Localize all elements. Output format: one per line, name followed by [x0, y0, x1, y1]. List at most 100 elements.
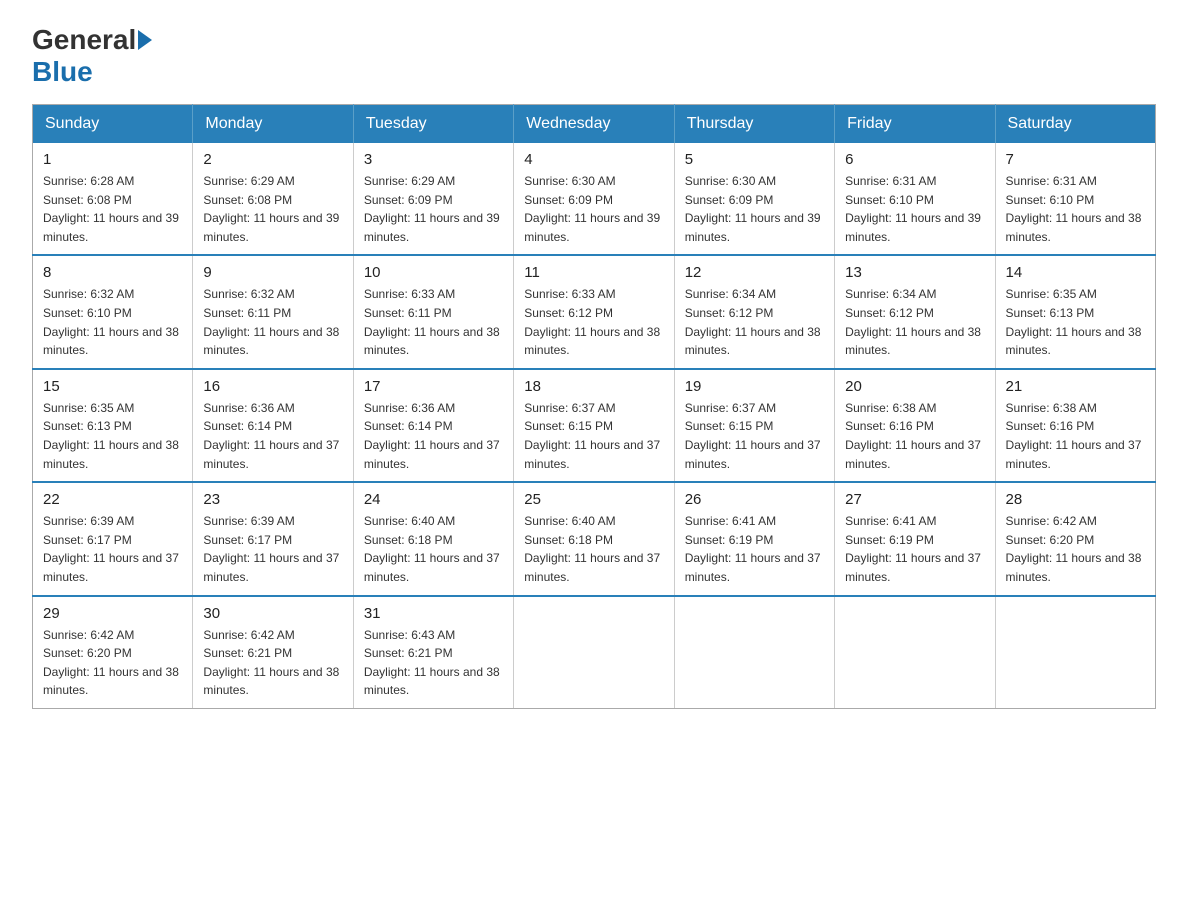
day-info: Sunrise: 6:42 AMSunset: 6:20 PMDaylight:…	[43, 626, 182, 700]
calendar-day-cell: 27 Sunrise: 6:41 AMSunset: 6:19 PMDayligh…	[835, 482, 995, 595]
day-number: 28	[1006, 491, 1145, 508]
calendar-day-cell: 29Sunrise: 6:42 AMSunset: 6:20 PMDayligh…	[33, 596, 193, 709]
day-number: 17	[364, 378, 503, 395]
logo-blue-text: Blue	[32, 56, 93, 88]
day-info: Sunrise: 6:35 AMSunset: 6:13 PMDaylight:…	[43, 399, 182, 473]
day-number: 11	[524, 264, 663, 281]
day-number: 2	[203, 151, 342, 168]
day-number: 15	[43, 378, 182, 395]
calendar-day-cell: 18Sunrise: 6:37 AMSunset: 6:15 PMDayligh…	[514, 369, 674, 482]
day-info: Sunrise: 6:32 AMSunset: 6:10 PMDaylight:…	[43, 285, 182, 359]
header-saturday: Saturday	[995, 105, 1155, 144]
day-info: Sunrise: 6:28 AMSunset: 6:08 PMDaylight:…	[43, 172, 182, 246]
day-info: Sunrise: 6:31 AMSunset: 6:10 PMDaylight:…	[845, 172, 984, 246]
calendar-day-cell: 10 Sunrise: 6:33 AMSunset: 6:11 PMDayligh…	[353, 255, 513, 368]
calendar-week-row: 15 Sunrise: 6:35 AMSunset: 6:13 PMDayligh…	[33, 369, 1156, 482]
header-sunday: Sunday	[33, 105, 193, 144]
calendar-day-cell: 4 Sunrise: 6:30 AMSunset: 6:09 PMDaylight…	[514, 143, 674, 255]
header-thursday: Thursday	[674, 105, 834, 144]
calendar-day-cell: 25 Sunrise: 6:40 AMSunset: 6:18 PMDayligh…	[514, 482, 674, 595]
day-info: Sunrise: 6:41 AMSunset: 6:19 PMDaylight:…	[845, 512, 984, 586]
header-friday: Friday	[835, 105, 995, 144]
day-number: 6	[845, 151, 984, 168]
day-info: Sunrise: 6:37 AMSunset: 6:15 PMDaylight:…	[685, 399, 824, 473]
day-info: Sunrise: 6:39 AMSunset: 6:17 PMDaylight:…	[203, 512, 342, 586]
day-number: 19	[685, 378, 824, 395]
calendar-day-cell	[674, 596, 834, 709]
day-number: 14	[1006, 264, 1145, 281]
calendar-day-cell: 11Sunrise: 6:33 AMSunset: 6:12 PMDayligh…	[514, 255, 674, 368]
day-info: Sunrise: 6:29 AMSunset: 6:08 PMDaylight:…	[203, 172, 342, 246]
calendar-day-cell: 21Sunrise: 6:38 AMSunset: 6:16 PMDayligh…	[995, 369, 1155, 482]
day-number: 27	[845, 491, 984, 508]
calendar-day-cell: 22 Sunrise: 6:39 AMSunset: 6:17 PMDayligh…	[33, 482, 193, 595]
day-number: 25	[524, 491, 663, 508]
calendar-day-cell: 13Sunrise: 6:34 AMSunset: 6:12 PMDayligh…	[835, 255, 995, 368]
day-info: Sunrise: 6:34 AMSunset: 6:12 PMDaylight:…	[845, 285, 984, 359]
day-info: Sunrise: 6:41 AMSunset: 6:19 PMDaylight:…	[685, 512, 824, 586]
day-info: Sunrise: 6:40 AMSunset: 6:18 PMDaylight:…	[524, 512, 663, 586]
day-number: 22	[43, 491, 182, 508]
calendar-week-row: 29Sunrise: 6:42 AMSunset: 6:20 PMDayligh…	[33, 596, 1156, 709]
calendar-day-cell: 16 Sunrise: 6:36 AMSunset: 6:14 PMDayligh…	[193, 369, 353, 482]
day-info: Sunrise: 6:33 AMSunset: 6:11 PMDaylight:…	[364, 285, 503, 359]
day-info: Sunrise: 6:35 AMSunset: 6:13 PMDaylight:…	[1006, 285, 1145, 359]
header-tuesday: Tuesday	[353, 105, 513, 144]
calendar-header-row: SundayMondayTuesdayWednesdayThursdayFrid…	[33, 105, 1156, 144]
day-number: 30	[203, 605, 342, 622]
calendar-day-cell: 8 Sunrise: 6:32 AMSunset: 6:10 PMDaylight…	[33, 255, 193, 368]
logo: General Blue	[32, 24, 154, 88]
day-number: 7	[1006, 151, 1145, 168]
day-number: 4	[524, 151, 663, 168]
calendar-day-cell: 24 Sunrise: 6:40 AMSunset: 6:18 PMDayligh…	[353, 482, 513, 595]
header-wednesday: Wednesday	[514, 105, 674, 144]
calendar-day-cell: 12 Sunrise: 6:34 AMSunset: 6:12 PMDayligh…	[674, 255, 834, 368]
day-info: Sunrise: 6:42 AMSunset: 6:21 PMDaylight:…	[203, 626, 342, 700]
day-number: 21	[1006, 378, 1145, 395]
calendar-day-cell: 14 Sunrise: 6:35 AMSunset: 6:13 PMDayligh…	[995, 255, 1155, 368]
day-number: 10	[364, 264, 503, 281]
calendar-day-cell	[995, 596, 1155, 709]
calendar-day-cell: 9 Sunrise: 6:32 AMSunset: 6:11 PMDaylight…	[193, 255, 353, 368]
day-number: 20	[845, 378, 984, 395]
day-number: 12	[685, 264, 824, 281]
day-number: 8	[43, 264, 182, 281]
calendar-week-row: 1 Sunrise: 6:28 AMSunset: 6:08 PMDaylight…	[33, 143, 1156, 255]
day-info: Sunrise: 6:42 AMSunset: 6:20 PMDaylight:…	[1006, 512, 1145, 586]
day-number: 24	[364, 491, 503, 508]
day-info: Sunrise: 6:38 AMSunset: 6:16 PMDaylight:…	[845, 399, 984, 473]
calendar-day-cell: 5 Sunrise: 6:30 AMSunset: 6:09 PMDaylight…	[674, 143, 834, 255]
calendar-day-cell: 19 Sunrise: 6:37 AMSunset: 6:15 PMDayligh…	[674, 369, 834, 482]
day-number: 3	[364, 151, 503, 168]
day-number: 16	[203, 378, 342, 395]
calendar-day-cell: 1 Sunrise: 6:28 AMSunset: 6:08 PMDaylight…	[33, 143, 193, 255]
header-monday: Monday	[193, 105, 353, 144]
logo-arrow-icon	[138, 30, 152, 50]
day-info: Sunrise: 6:36 AMSunset: 6:14 PMDaylight:…	[203, 399, 342, 473]
day-number: 9	[203, 264, 342, 281]
calendar-day-cell: 31 Sunrise: 6:43 AMSunset: 6:21 PMDayligh…	[353, 596, 513, 709]
calendar-day-cell: 30 Sunrise: 6:42 AMSunset: 6:21 PMDayligh…	[193, 596, 353, 709]
calendar-day-cell: 6 Sunrise: 6:31 AMSunset: 6:10 PMDaylight…	[835, 143, 995, 255]
calendar-week-row: 8 Sunrise: 6:32 AMSunset: 6:10 PMDaylight…	[33, 255, 1156, 368]
day-info: Sunrise: 6:30 AMSunset: 6:09 PMDaylight:…	[685, 172, 824, 246]
calendar-day-cell: 3 Sunrise: 6:29 AMSunset: 6:09 PMDaylight…	[353, 143, 513, 255]
day-info: Sunrise: 6:32 AMSunset: 6:11 PMDaylight:…	[203, 285, 342, 359]
day-info: Sunrise: 6:29 AMSunset: 6:09 PMDaylight:…	[364, 172, 503, 246]
day-info: Sunrise: 6:36 AMSunset: 6:14 PMDaylight:…	[364, 399, 503, 473]
calendar-table: SundayMondayTuesdayWednesdayThursdayFrid…	[32, 104, 1156, 709]
calendar-day-cell: 28 Sunrise: 6:42 AMSunset: 6:20 PMDayligh…	[995, 482, 1155, 595]
day-number: 23	[203, 491, 342, 508]
day-number: 31	[364, 605, 503, 622]
day-info: Sunrise: 6:30 AMSunset: 6:09 PMDaylight:…	[524, 172, 663, 246]
calendar-day-cell: 2 Sunrise: 6:29 AMSunset: 6:08 PMDaylight…	[193, 143, 353, 255]
day-info: Sunrise: 6:34 AMSunset: 6:12 PMDaylight:…	[685, 285, 824, 359]
day-number: 5	[685, 151, 824, 168]
day-info: Sunrise: 6:39 AMSunset: 6:17 PMDaylight:…	[43, 512, 182, 586]
calendar-day-cell: 20 Sunrise: 6:38 AMSunset: 6:16 PMDayligh…	[835, 369, 995, 482]
day-info: Sunrise: 6:40 AMSunset: 6:18 PMDaylight:…	[364, 512, 503, 586]
day-info: Sunrise: 6:43 AMSunset: 6:21 PMDaylight:…	[364, 626, 503, 700]
calendar-day-cell: 23 Sunrise: 6:39 AMSunset: 6:17 PMDayligh…	[193, 482, 353, 595]
calendar-day-cell: 15 Sunrise: 6:35 AMSunset: 6:13 PMDayligh…	[33, 369, 193, 482]
day-number: 1	[43, 151, 182, 168]
